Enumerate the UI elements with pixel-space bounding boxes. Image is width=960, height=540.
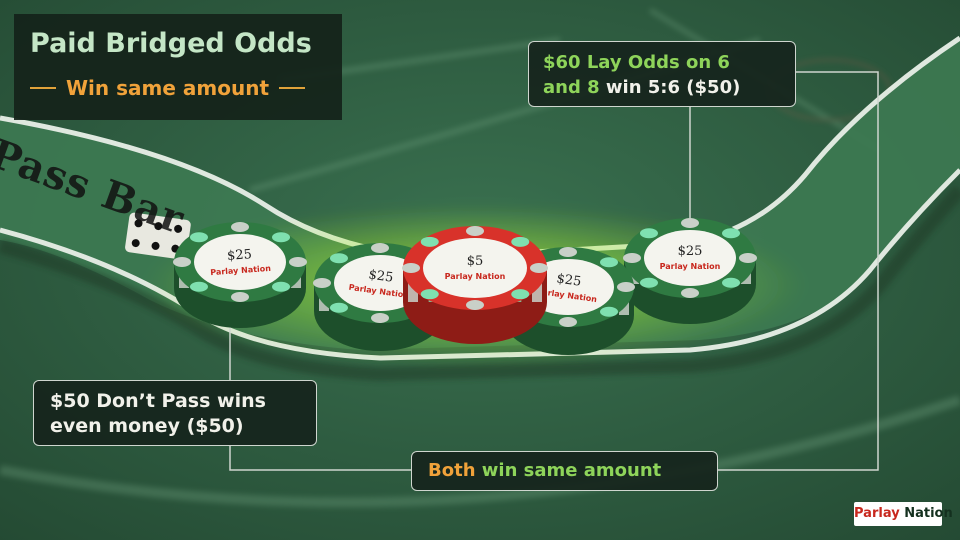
chip-brand: Parlay Nation (660, 262, 721, 271)
chip-green-25: $25 Parlay Nation (623, 218, 757, 324)
dont-pass-line1: $50 Don’t Pass wins (50, 390, 266, 412)
page-title: Paid Bridged Odds (30, 28, 312, 59)
logo-part1: Parlay (854, 506, 900, 521)
lay-odds-payout: win 5:6 ($50) (599, 77, 741, 98)
both-rest: win same amount (475, 460, 662, 481)
subtitle-dash-left (30, 87, 56, 89)
lay-odds-line1: $60 Lay Odds on 6 (543, 52, 730, 73)
dont-pass-line2: even money ($50) (50, 415, 244, 437)
title-panel: Paid Bridged Odds Win same amount (14, 14, 342, 120)
chip-denomination: $5 (467, 254, 484, 269)
subtitle-row: Win same amount (30, 76, 305, 100)
parlay-nation-logo: Parlay Nation (854, 502, 953, 526)
lay-odds-numbers: and 8 (543, 77, 600, 98)
lay-odds-callout: $60 Lay Odds on 6 and 8 win 5:6 ($50) (528, 41, 796, 107)
chip-denomination: $25 (227, 247, 253, 264)
logo-part2: Nation (904, 506, 953, 521)
both-highlight: Both (428, 460, 476, 481)
lay-odds-line2: and 8 win 5:6 ($50) (543, 75, 781, 100)
chip-denomination: $25 (678, 244, 703, 259)
both-win-callout: Both win same amount (411, 451, 718, 491)
dont-pass-callout: $50 Don’t Pass wins even money ($50) (33, 380, 317, 446)
chip-brand: Parlay Nation (445, 272, 506, 281)
subtitle-dash-right (279, 87, 305, 89)
page-subtitle: Win same amount (66, 76, 269, 100)
chip-green-25: $25Parlay Nation (173, 222, 307, 328)
chip-red-5: $5 Parlay Nation (402, 226, 548, 344)
